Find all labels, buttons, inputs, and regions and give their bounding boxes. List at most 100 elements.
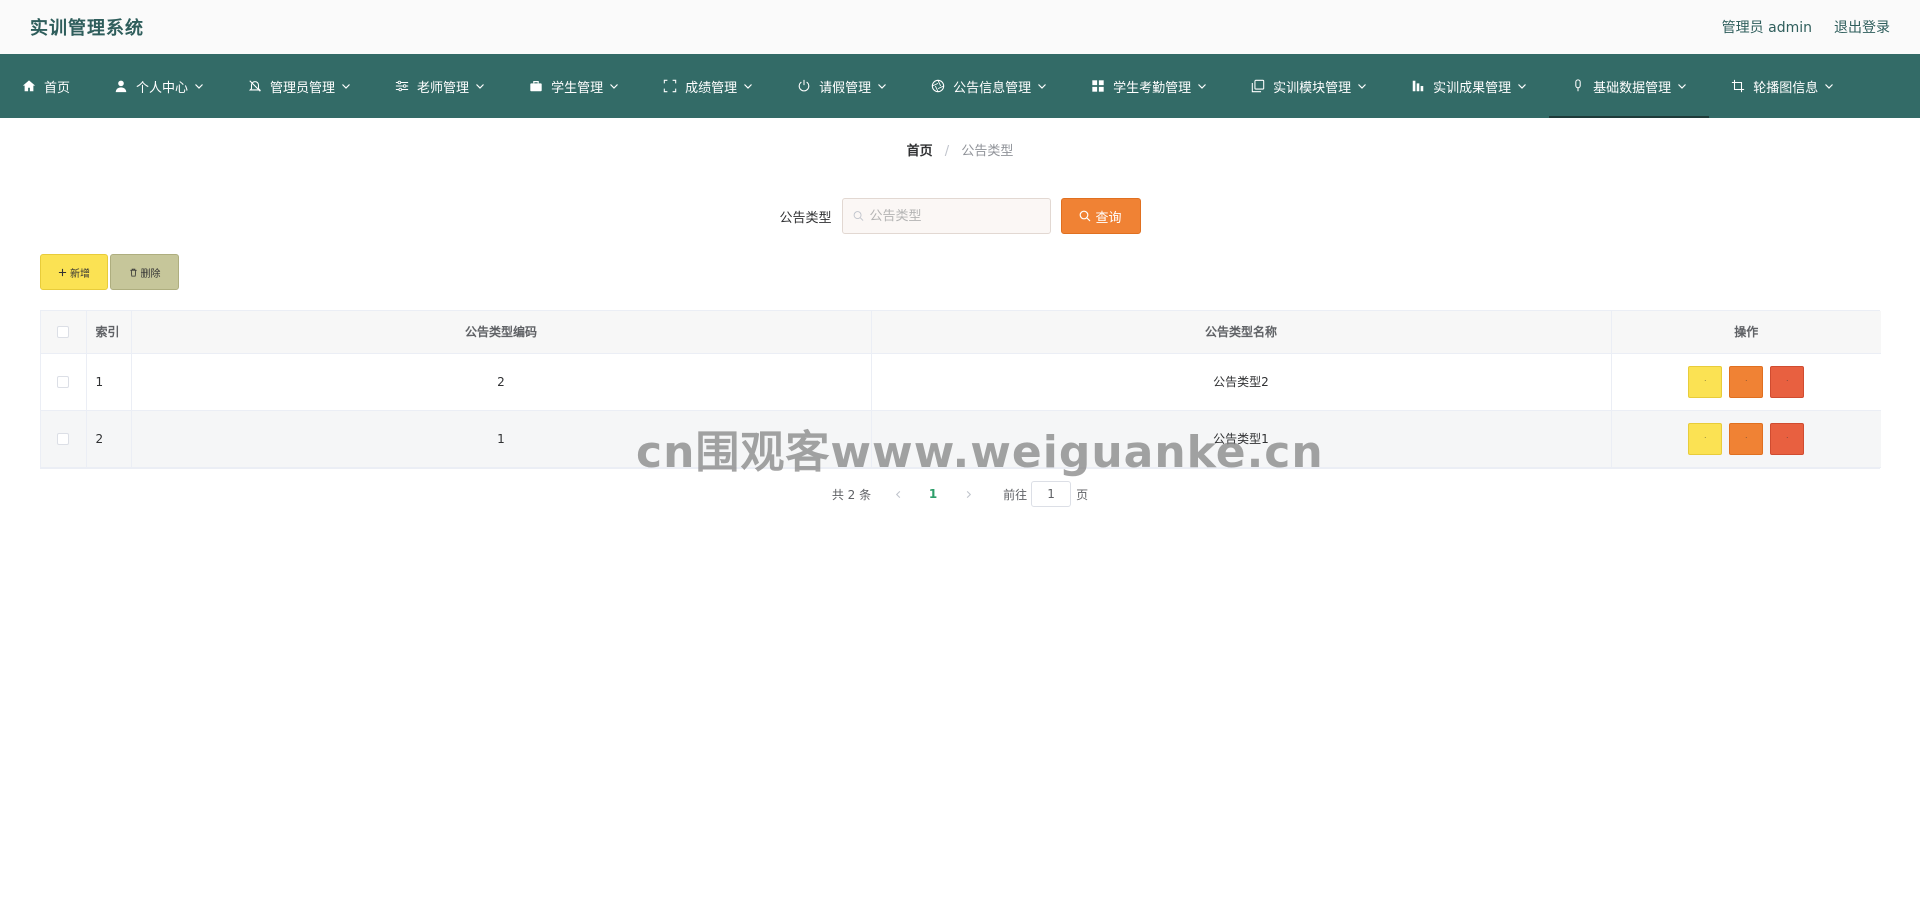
chevron-down-icon bbox=[341, 81, 351, 91]
nav-item-carousel-info[interactable]: 轮播图信息 bbox=[1709, 54, 1856, 118]
row-checkbox[interactable] bbox=[57, 376, 70, 388]
nav-item-grade-manage[interactable]: 成绩管理 bbox=[641, 54, 775, 118]
nav-item-personal-center[interactable]: 个人中心 bbox=[92, 54, 226, 118]
nav-label: 管理员管理 bbox=[270, 80, 336, 96]
nav-item-notice-manage[interactable]: 公告信息管理 bbox=[909, 54, 1069, 118]
home-icon bbox=[22, 79, 36, 93]
select-all-cell bbox=[41, 311, 87, 354]
edit-button[interactable]: · bbox=[1729, 365, 1764, 398]
logout-button[interactable]: 退出登录 bbox=[1834, 17, 1890, 37]
row-code: 1 bbox=[131, 410, 872, 468]
row-actions: · · · bbox=[1611, 410, 1881, 468]
page-number[interactable]: 1 bbox=[911, 487, 955, 501]
breadcrumb-home[interactable]: 首页 bbox=[907, 144, 933, 159]
user-label: 管理员 admin bbox=[1721, 20, 1812, 36]
nav-label: 老师管理 bbox=[417, 80, 470, 96]
search-input[interactable] bbox=[869, 208, 1040, 224]
chevron-down-icon bbox=[1197, 81, 1207, 91]
pagination-total: 共 2 条 bbox=[831, 487, 872, 502]
chevron-down-icon bbox=[1677, 81, 1687, 91]
search-icon bbox=[1080, 210, 1091, 222]
crop-icon bbox=[1731, 79, 1745, 93]
power-icon bbox=[797, 79, 811, 93]
action-toolbar: 新增 删除 bbox=[40, 254, 179, 290]
table-row: 2 1 公告类型1 · · · bbox=[41, 410, 1881, 468]
chevron-down-icon bbox=[1824, 81, 1834, 91]
nav-item-leave-manage[interactable]: 请假管理 bbox=[775, 54, 909, 118]
briefcase-icon bbox=[529, 79, 543, 93]
page-suffix: 页 bbox=[1076, 487, 1089, 502]
breadcrumb-separator: / bbox=[944, 144, 950, 159]
query-button[interactable]: 查询 bbox=[1060, 198, 1141, 234]
add-button[interactable]: 新增 bbox=[40, 254, 108, 290]
aperture-icon bbox=[931, 79, 945, 93]
plus-icon bbox=[58, 268, 67, 276]
chevron-down-icon bbox=[743, 81, 753, 91]
nav-item-module-manage[interactable]: 实训模块管理 bbox=[1229, 54, 1389, 118]
delete-button-label: 删除 bbox=[140, 268, 161, 280]
microphone-icon bbox=[1571, 79, 1585, 93]
row-name: 公告类型2 bbox=[871, 353, 1612, 411]
chevron-down-icon bbox=[194, 81, 204, 91]
main-nav: 首页 个人中心 管理员管理 老师管理 学生管理 成绩管理 请假管理 公告信息管理… bbox=[0, 54, 1920, 118]
chevron-down-icon bbox=[475, 81, 485, 91]
search-input-wrapper bbox=[841, 198, 1051, 234]
goto-page-input[interactable] bbox=[1031, 481, 1072, 507]
chevron-down-icon bbox=[1357, 81, 1367, 91]
nav-item-base-data-manage[interactable]: 基础数据管理 bbox=[1549, 54, 1710, 118]
header-user-area: 管理员 admin 退出登录 bbox=[1722, 17, 1890, 37]
fullscreen-icon bbox=[663, 79, 677, 93]
column-header-index: 索引 bbox=[86, 311, 132, 354]
nav-label: 请假管理 bbox=[819, 80, 872, 96]
detail-button[interactable]: · bbox=[1688, 365, 1723, 398]
row-select-cell bbox=[41, 353, 87, 411]
goto-label: 前往 bbox=[1003, 487, 1028, 502]
chart-icon bbox=[1411, 79, 1425, 93]
nav-item-teacher-manage[interactable]: 老师管理 bbox=[373, 54, 507, 118]
table-header-row: 索引 公告类型编码 公告类型名称 操作 bbox=[41, 311, 1881, 354]
search-form: 公告类型 查询 bbox=[0, 198, 1920, 234]
nav-item-home[interactable]: 首页 bbox=[0, 54, 92, 118]
delete-button[interactable]: 删除 bbox=[110, 254, 179, 290]
chevron-right-icon bbox=[966, 490, 971, 498]
column-header-code: 公告类型编码 bbox=[131, 311, 872, 354]
nav-label: 公告信息管理 bbox=[953, 80, 1032, 96]
sliders-icon bbox=[395, 79, 409, 93]
nav-item-admin-manage[interactable]: 管理员管理 bbox=[226, 54, 373, 118]
query-button-label: 查询 bbox=[1095, 210, 1122, 226]
chevron-down-icon bbox=[1037, 81, 1047, 91]
grid-icon bbox=[1091, 79, 1105, 93]
pagination: 共 2 条 1 前往 页 bbox=[0, 481, 1920, 507]
chevron-left-icon bbox=[895, 490, 900, 498]
nav-label: 个人中心 bbox=[136, 80, 189, 96]
edit-button[interactable]: · bbox=[1729, 422, 1764, 455]
trash-icon bbox=[129, 268, 137, 277]
nav-item-attendance-manage[interactable]: 学生考勤管理 bbox=[1069, 54, 1229, 118]
nav-label: 轮播图信息 bbox=[1753, 80, 1819, 96]
next-page-button[interactable] bbox=[955, 490, 981, 499]
row-select-cell bbox=[41, 410, 87, 468]
remove-button[interactable]: · bbox=[1770, 422, 1805, 455]
table-row: 1 2 公告类型2 · · · bbox=[41, 353, 1881, 411]
nav-label: 成绩管理 bbox=[685, 80, 738, 96]
row-name: 公告类型1 bbox=[871, 410, 1612, 468]
nav-item-result-manage[interactable]: 实训成果管理 bbox=[1389, 54, 1549, 118]
detail-button[interactable]: · bbox=[1688, 422, 1723, 455]
nav-label: 首页 bbox=[44, 80, 71, 96]
nav-item-student-manage[interactable]: 学生管理 bbox=[507, 54, 641, 118]
search-label: 公告类型 bbox=[779, 210, 832, 226]
copy-icon bbox=[1251, 79, 1265, 93]
remove-button[interactable]: · bbox=[1770, 365, 1805, 398]
nav-label: 基础数据管理 bbox=[1593, 80, 1672, 96]
select-all-checkbox[interactable] bbox=[57, 326, 70, 339]
chevron-down-icon bbox=[609, 81, 619, 91]
chevron-down-icon bbox=[1517, 81, 1527, 91]
nav-label: 实训模块管理 bbox=[1273, 80, 1352, 96]
prev-page-button[interactable] bbox=[885, 490, 911, 499]
row-code: 2 bbox=[131, 353, 872, 411]
row-checkbox[interactable] bbox=[57, 433, 70, 445]
add-button-label: 新增 bbox=[70, 268, 90, 280]
nav-label: 学生管理 bbox=[551, 80, 604, 96]
column-header-name: 公告类型名称 bbox=[871, 311, 1612, 354]
app-title: 实训管理系统 bbox=[30, 18, 144, 39]
